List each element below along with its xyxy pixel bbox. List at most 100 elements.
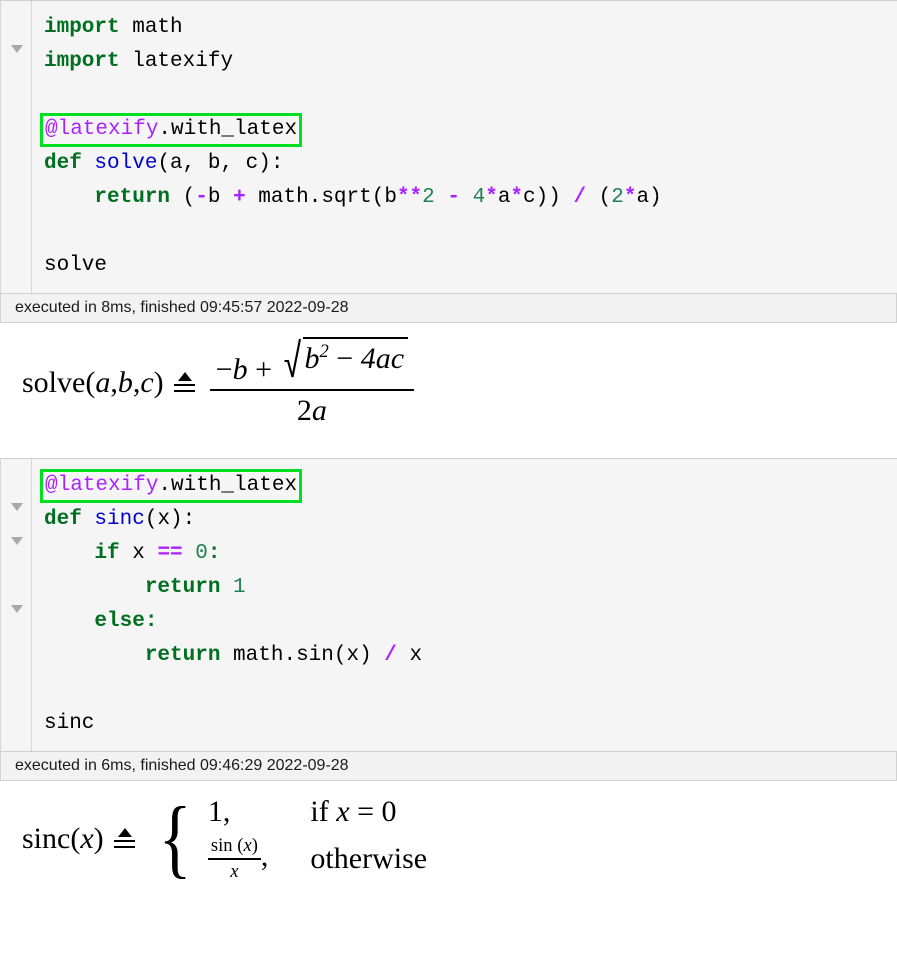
- eq-lhs-comma-1: ,: [110, 365, 118, 399]
- radicand: b2 − 4ac: [302, 337, 409, 379]
- token-var-x: x: [119, 542, 158, 565]
- token-star-3: *: [623, 186, 637, 209]
- token-decorator-attr: .with_latex: [158, 474, 298, 497]
- token-if-keyword: if: [94, 542, 120, 565]
- token-return-keyword: return: [144, 576, 221, 599]
- token-import-keyword-2: import: [44, 50, 120, 73]
- denom-2: 2: [296, 394, 312, 427]
- token-module-latexify: latexify: [119, 50, 234, 73]
- eq-lhs-arg-c: c: [140, 365, 154, 399]
- quadratic-fraction: −b + b2 − 4ac 2a: [209, 337, 415, 428]
- piecewise-cases: { 1, if x = 0 sin (x) x, otherwise: [146, 790, 428, 888]
- case-2-close-paren: ): [251, 835, 258, 856]
- token-number-1: 1: [220, 576, 246, 599]
- code-cell-1[interactable]: import math import latexify @latexify.wi…: [0, 0, 897, 442]
- token-divide: /: [384, 644, 397, 667]
- eq-lhs-comma-2: ,: [132, 365, 141, 399]
- eq2-lhs-close-paren: ): [93, 821, 104, 855]
- token-decorator-name: @latexify: [45, 474, 159, 497]
- fold-triangle-icon[interactable]: [11, 537, 23, 545]
- token-space-1: [435, 186, 448, 209]
- eq-lhs-arg-a: a: [95, 365, 111, 399]
- token-return-keyword-2: return: [144, 644, 221, 667]
- token-var-b: b: [207, 186, 234, 209]
- token-var-a: a: [497, 186, 511, 209]
- token-params: (x):: [144, 508, 196, 531]
- left-curly-brace-icon: {: [158, 790, 192, 888]
- radicand-exponent: 2: [319, 341, 329, 362]
- cell-1-code-editor[interactable]: import math import latexify @latexify.wi…: [32, 1, 897, 293]
- cell-2-code-editor[interactable]: @latexify.with_latex def sinc(x): if x =…: [32, 459, 897, 751]
- smallfrac-denominator: x: [230, 860, 239, 882]
- decorator-highlight-box[interactable]: @latexify.with_latex: [40, 113, 303, 147]
- radicand-4ac: 4ac: [360, 342, 405, 375]
- token-equality: ==: [157, 542, 183, 565]
- token-function-name: solve: [94, 152, 158, 175]
- code-cell-2[interactable]: @latexify.with_latex def sinc(x): if x =…: [0, 458, 897, 897]
- token-math-sqrt: math.sqrt(b: [245, 186, 397, 209]
- token-colon-2: :: [144, 610, 158, 633]
- token-plus: +: [233, 186, 246, 209]
- case-1-equals: =: [349, 795, 382, 828]
- cases-grid: 1, if x = 0 sin (x) x, otherwise: [207, 795, 428, 883]
- cell-2-input-area[interactable]: @latexify.with_latex def sinc(x): if x =…: [0, 458, 897, 752]
- triangle-equals-icon: [173, 368, 196, 398]
- case-1-var: x: [336, 795, 350, 828]
- radical-sign: [284, 337, 302, 379]
- radicand-b: b: [304, 342, 320, 375]
- eq2-lhs-name: sinc: [22, 821, 71, 855]
- radicand-minus: −: [336, 342, 354, 375]
- token-def-keyword: def: [44, 508, 82, 531]
- token-return-keyword: return: [94, 186, 171, 209]
- case-2-comma: ,: [260, 839, 269, 873]
- token-divide: /: [573, 186, 587, 209]
- token-star-1: *: [485, 186, 498, 209]
- token-result-repr: solve: [44, 254, 108, 277]
- equation-sinc: sinc( x) { 1, if x = 0 sin (x) x, otherwis…: [22, 790, 428, 888]
- token-minus: -: [447, 186, 460, 209]
- token-unary-minus: -: [195, 186, 208, 209]
- fold-triangle-icon[interactable]: [11, 45, 23, 53]
- notebook: import math import latexify @latexify.wi…: [0, 0, 897, 897]
- fold-triangle-icon[interactable]: [11, 605, 23, 613]
- fraction-numerator: −b + b2 − 4ac: [210, 337, 414, 389]
- decorator-highlight-box[interactable]: @latexify.with_latex: [40, 469, 303, 503]
- token-expr-open: (: [170, 186, 196, 209]
- case-1-zero: 0: [381, 795, 397, 828]
- cell-1-input-area[interactable]: import math import latexify @latexify.wi…: [0, 0, 897, 294]
- token-number-4: 4: [472, 186, 486, 209]
- case-2-condition: otherwise: [310, 841, 428, 875]
- eq2-lhs-open-paren: (: [70, 821, 81, 855]
- token-number-2: 2: [422, 186, 435, 209]
- triangle-equals-icon: [113, 824, 136, 854]
- case-1-value: 1,: [207, 795, 231, 828]
- token-module-math: math: [119, 16, 183, 39]
- token-number-2b: 2: [611, 186, 624, 209]
- case-2-value: sin (x) x,: [207, 835, 269, 883]
- numer-minus: −: [215, 353, 233, 386]
- token-params: (a, b, c):: [157, 152, 284, 175]
- token-def-keyword: def: [44, 152, 82, 175]
- square-root-icon: b2 − 4ac: [284, 337, 409, 379]
- cell-1-latex-output: solve(a, b, c) −b + b2 − 4ac 2a: [0, 323, 897, 442]
- numer-plus: +: [255, 353, 272, 386]
- token-function-name: sinc: [94, 508, 145, 531]
- token-math-sin: math.sin(x): [220, 644, 385, 667]
- fraction-denominator: 2a: [291, 391, 333, 428]
- token-number-0: 0: [195, 542, 208, 565]
- token-var-c: c)): [523, 186, 574, 209]
- cell-1-execution-status: executed in 8ms, finished 09:45:57 2022-…: [0, 294, 897, 323]
- fold-triangle-icon[interactable]: [11, 503, 23, 511]
- cell-2-source[interactable]: @latexify.with_latex def sinc(x): if x =…: [40, 469, 897, 741]
- numer-b: b: [232, 353, 248, 386]
- case-2-sin: sin (: [210, 835, 244, 856]
- cell-1-gutter: [1, 1, 32, 293]
- token-result-repr: sinc: [44, 712, 95, 735]
- eq-lhs-name: solve: [22, 365, 86, 399]
- cell-1-source[interactable]: import math import latexify @latexify.wi…: [40, 11, 897, 283]
- case-2-var: x: [243, 835, 252, 856]
- smallfrac-numerator: sin (x): [208, 835, 261, 858]
- cell-separator: [0, 442, 897, 458]
- cell-2-gutter: [1, 459, 32, 751]
